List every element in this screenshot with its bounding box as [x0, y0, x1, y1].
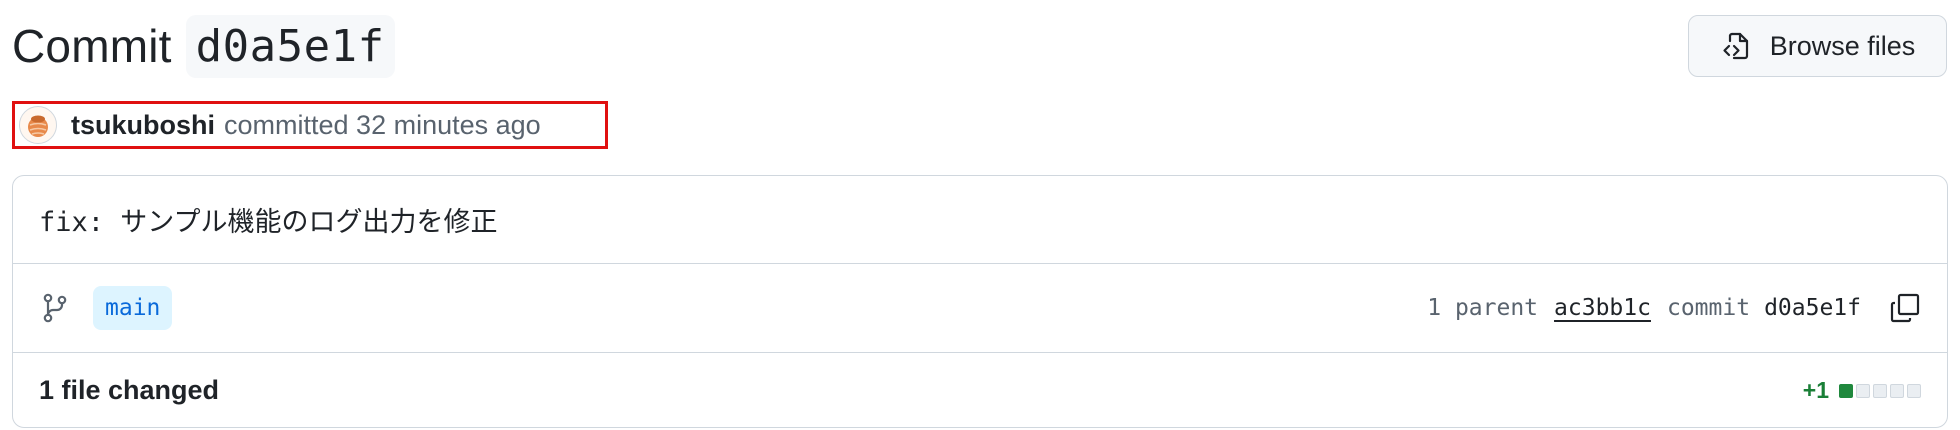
commit-details-box: fix: サンプル機能のログ出力を修正 main 1 parent ac3bb1… [12, 175, 1948, 428]
files-changed-label: 1 file changed [39, 375, 220, 405]
additions-count: +1 [1802, 377, 1829, 403]
files-changed-row: 1 file changed +1 [13, 353, 1947, 427]
commit-sha: d0a5e1f [1764, 295, 1861, 321]
author-name-link[interactable]: tsukuboshi [71, 110, 215, 141]
commit-meta-row: main 1 parent ac3bb1c commit d0a5e1f [13, 264, 1947, 353]
page-title: Commit [12, 20, 172, 72]
diffstat-block-neutral [1873, 383, 1887, 398]
diffstat-block-neutral [1907, 383, 1921, 398]
diffstat-block-added [1839, 383, 1853, 398]
commit-label: commit [1666, 295, 1751, 321]
commit-timestamp: committed 32 minutes ago [224, 109, 541, 140]
branch-label-main[interactable]: main [93, 286, 173, 330]
parent-count-label: 1 parent [1427, 295, 1539, 321]
diffstat-block-neutral [1856, 383, 1870, 398]
file-code-icon [1720, 30, 1752, 62]
browse-files-label: Browse files [1769, 30, 1916, 61]
commit-author-row: tsukuboshi committed 32 minutes ago [12, 101, 608, 149]
commit-message: fix: サンプル機能のログ出力を修正 [39, 207, 498, 238]
commit-header: Commit d0a5e1f [12, 10, 395, 82]
commit-sha-title: d0a5e1f [185, 14, 395, 78]
diffstat-blocks [1839, 383, 1921, 398]
diffstat-block-neutral [1890, 383, 1904, 398]
commit-parent-info: 1 parent ac3bb1c commit d0a5e1f [1427, 292, 1921, 324]
commit-message-row: fix: サンプル機能のログ出力を修正 [13, 176, 1947, 264]
diffstat: +1 [1803, 377, 1921, 404]
parent-sha-link[interactable]: ac3bb1c [1554, 295, 1651, 321]
copy-icon[interactable] [1889, 292, 1921, 324]
browse-files-button[interactable]: Browse files [1688, 15, 1947, 77]
avatar-icon[interactable] [19, 106, 57, 144]
git-branch-icon [41, 293, 69, 323]
